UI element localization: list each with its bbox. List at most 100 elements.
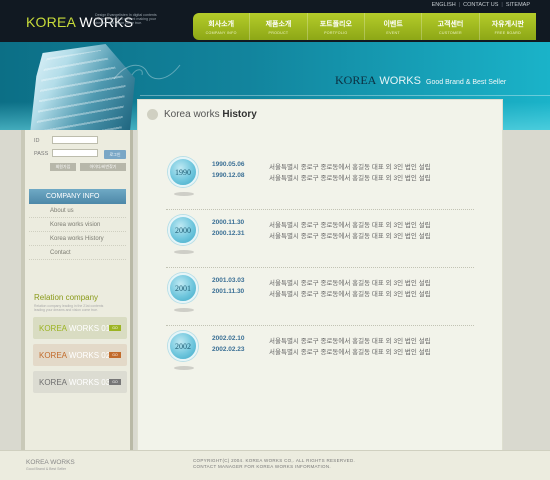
nav-label: 회사소개 bbox=[208, 20, 235, 28]
relation-name: KOREA WORKS 02 bbox=[39, 351, 110, 360]
menu-contact[interactable]: Contact bbox=[29, 246, 126, 260]
logo-korea: KOREA bbox=[26, 14, 76, 30]
nav-portfolio[interactable]: 포트폴리오 PORTFOLIO bbox=[308, 13, 365, 40]
brand-slogan: Good Brand & Best Seller bbox=[426, 79, 507, 86]
nav-event[interactable]: 이벤트 EVENT bbox=[365, 13, 423, 40]
relation-item-3[interactable]: KOREA WORKS 03 GO bbox=[33, 371, 127, 393]
history-block-2002: 2002 2002.02.10 서울특별시 종로구 종로동에서 홍길동 대표 외… bbox=[138, 326, 504, 384]
year-badge: 2002 bbox=[168, 331, 198, 361]
nav-label: 이벤트 bbox=[383, 20, 403, 28]
nav-company-info[interactable]: 회사소개 COMPANY INFO bbox=[193, 13, 251, 40]
page-title: Korea works History bbox=[164, 109, 257, 120]
menu-history[interactable]: Korea works History bbox=[29, 232, 126, 246]
event-text: 서울특별시 종로구 종로동에서 홍길동 대표 외 3인 법인 설립 bbox=[269, 164, 431, 171]
event-date: 2001.11.30 bbox=[212, 288, 245, 295]
footer-slogan: Good Brand & Best Seller bbox=[26, 467, 67, 471]
footer: KOREA WORKS Good Brand & Best Seller COP… bbox=[0, 450, 550, 480]
badge-shadow bbox=[174, 250, 194, 254]
link-sitemap[interactable]: SITEMAP bbox=[506, 2, 530, 8]
badge-shadow bbox=[174, 366, 194, 370]
event-date: 2000.11.30 bbox=[212, 219, 245, 226]
nav-label: 고객센터 bbox=[437, 20, 464, 28]
event-text: 서울특별시 종로구 종로동에서 홍길동 대표 외 3인 법인 설립 bbox=[269, 222, 431, 229]
relation-name: KOREA WORKS 01 bbox=[39, 324, 110, 333]
event-date: 2002.02.10 bbox=[212, 335, 245, 342]
header-tagline: Design Evangelisten In digital contents … bbox=[95, 13, 157, 26]
sidebar: ID PASS 로그인 회원가입 아이디/비번찾기 COMPANY INFO A… bbox=[21, 130, 130, 450]
relation-keyword: KOREA bbox=[39, 324, 67, 333]
relation-suffix: WORKS 02 bbox=[68, 351, 111, 360]
relation-name: KOREA WORKS 03 bbox=[39, 378, 110, 387]
history-block-2000: 2000 2000.11.30 서울특별시 종로구 종로동에서 홍길동 대표 외… bbox=[138, 210, 504, 268]
relation-item-2[interactable]: KOREA WORKS 02 GO bbox=[33, 344, 127, 366]
nav-free-board[interactable]: 자유게시판 FREE BOARD bbox=[480, 13, 536, 40]
relation-description: Relation company leading in the 21st con… bbox=[34, 304, 104, 312]
brand-korea: KOREA bbox=[335, 73, 377, 87]
event-date: 2001.03.03 bbox=[212, 277, 245, 284]
go-button[interactable]: GO bbox=[109, 325, 121, 331]
year-badge: 2001 bbox=[168, 273, 198, 303]
join-button[interactable]: 회원가입 bbox=[50, 163, 76, 171]
history-block-1990: 1990 1990.05.06 서울특별시 종로구 종로동에서 홍길동 대표 외… bbox=[138, 152, 504, 210]
go-button[interactable]: GO bbox=[109, 379, 121, 385]
copyright: COPYRIGHT(C) 2004. KOREA WORKS CO,. ALL … bbox=[193, 458, 355, 470]
event-date: 1990.12.08 bbox=[212, 172, 245, 179]
nav-product[interactable]: 제품소개 PRODUCT bbox=[250, 13, 308, 40]
history-block-2001: 2001 2001.03.03 서울특별시 종로구 종로동에서 홍길동 대표 외… bbox=[138, 268, 504, 326]
find-account-button[interactable]: 아이디/비번찾기 bbox=[80, 163, 126, 171]
event-date: 1990.05.06 bbox=[212, 161, 245, 168]
sidebar-divider bbox=[130, 130, 133, 450]
footer-logo: KOREA WORKS bbox=[26, 459, 75, 466]
relation-keyword: KOREA bbox=[39, 351, 67, 360]
event-text: 서울특별시 종로구 종로동에서 홍길동 대표 외 3인 법인 설립 bbox=[269, 175, 431, 182]
menu-about-us[interactable]: About us bbox=[29, 204, 126, 218]
contact-line: CONTACT MANAGER FOR KOREA WORKS INFORMAT… bbox=[193, 464, 331, 469]
content-panel: Korea works History 1990 1990.05.06 서울특별… bbox=[137, 99, 503, 451]
relation-title: Relation company bbox=[34, 293, 99, 302]
nav-label: 포트폴리오 bbox=[319, 20, 352, 28]
swirl-ornament-icon bbox=[113, 64, 181, 80]
nav-sublabel: CUSTOMER bbox=[439, 30, 462, 35]
nav-label: 제품소개 bbox=[265, 20, 292, 28]
nav-sublabel: FREE BOARD bbox=[494, 30, 521, 35]
banner-line bbox=[140, 95, 550, 96]
go-button[interactable]: GO bbox=[109, 352, 121, 358]
title-light: Korea works bbox=[164, 109, 220, 120]
separator: | bbox=[458, 2, 461, 8]
header: KOREA WORKS Design Evangelisten In digit… bbox=[0, 0, 550, 42]
year-badge: 2000 bbox=[168, 215, 198, 245]
event-date: 2002.02.23 bbox=[212, 346, 245, 353]
link-contact-us[interactable]: CONTACT US bbox=[463, 2, 498, 8]
event-text: 서울특별시 종로구 종로동에서 홍길동 대표 외 3인 법인 설립 bbox=[269, 338, 431, 345]
password-input[interactable] bbox=[52, 149, 98, 157]
relation-item-1[interactable]: KOREA WORKS 01 GO bbox=[33, 317, 127, 339]
nav-label: 자유게시판 bbox=[491, 20, 524, 28]
nav-customer[interactable]: 고객센터 CUSTOMER bbox=[422, 13, 480, 40]
event-date: 2000.12.31 bbox=[212, 230, 245, 237]
id-input[interactable] bbox=[52, 136, 98, 144]
separator: | bbox=[501, 2, 503, 8]
event-text: 서울특별시 종로구 종로동에서 홍길동 대표 외 3인 법인 설립 bbox=[269, 291, 431, 298]
nav-sublabel: COMPANY INFO bbox=[205, 30, 237, 35]
event-text: 서울특별시 종로구 종로동에서 홍길동 대표 외 3인 법인 설립 bbox=[269, 233, 431, 240]
badge-shadow bbox=[174, 308, 194, 312]
relation-keyword: KOREA bbox=[39, 378, 67, 387]
login-button[interactable]: 로그인 bbox=[104, 150, 126, 159]
link-english[interactable]: ENGLISH bbox=[432, 2, 456, 8]
title-bold: History bbox=[222, 109, 257, 120]
event-text: 서울특별시 종로구 종로동에서 홍길동 대표 외 3인 법인 설립 bbox=[269, 280, 431, 287]
nav-sublabel: PRODUCT bbox=[268, 30, 289, 35]
badge-shadow bbox=[174, 192, 194, 196]
banner-brand: KOREA WORKS Good Brand & Best Seller bbox=[335, 73, 506, 88]
company-info-heading: COMPANY INFO bbox=[29, 189, 126, 204]
menu-vision[interactable]: Korea works vision bbox=[29, 218, 126, 232]
main-nav: 회사소개 COMPANY INFO 제품소개 PRODUCT 포트폴리오 POR… bbox=[193, 13, 536, 40]
nav-sublabel: EVENT bbox=[386, 30, 400, 35]
nav-sublabel: PORTFOLIO bbox=[324, 30, 348, 35]
id-label: ID bbox=[34, 138, 40, 144]
pass-label: PASS bbox=[34, 151, 49, 157]
event-text: 서울특별시 종로구 종로동에서 홍길동 대표 외 3인 법인 설립 bbox=[269, 349, 431, 356]
year-badge: 1990 bbox=[168, 157, 198, 187]
brand-works: WORKS bbox=[379, 75, 421, 87]
relation-suffix: WORKS 03 bbox=[68, 378, 111, 387]
